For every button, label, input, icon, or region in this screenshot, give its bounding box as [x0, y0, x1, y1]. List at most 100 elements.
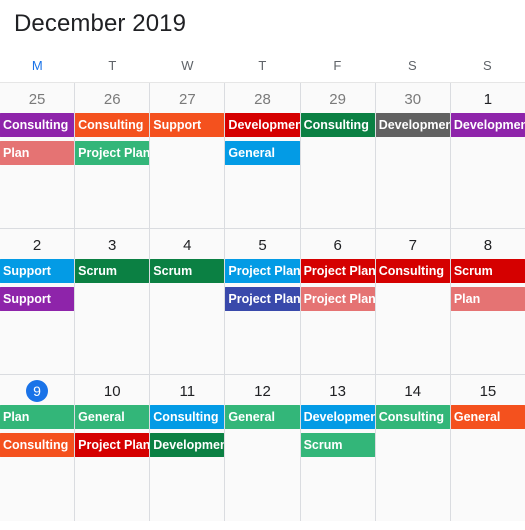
- day-cell-29[interactable]: 29 Consulting: [300, 83, 376, 228]
- day-number[interactable]: 7: [402, 234, 424, 256]
- day-cell-10[interactable]: 10 General Project Plan: [75, 375, 151, 521]
- day-cell-5[interactable]: 5 Project Plan Project Plan: [225, 229, 301, 374]
- day-number-wrap: 6: [301, 232, 375, 258]
- event-chip[interactable]: Support: [150, 113, 225, 137]
- event-chip[interactable]: Development: [450, 113, 525, 137]
- day-number-wrap: 13: [301, 378, 375, 404]
- event-chip[interactable]: Consulting: [150, 405, 225, 429]
- event-chip[interactable]: Project Plan: [225, 287, 300, 311]
- event-chip[interactable]: Project Plan: [225, 259, 300, 283]
- day-cell-27[interactable]: 27 Support: [150, 83, 226, 228]
- week-row: 2 Support Support 3 Scrum 4 Scrum 5 Project Plan…: [0, 229, 525, 375]
- event-list: General: [450, 405, 525, 429]
- day-cell-4[interactable]: 4 Scrum: [150, 229, 226, 374]
- day-cell-11[interactable]: 11 Consulting Development: [150, 375, 226, 521]
- event-list: Development Scrum: [300, 405, 375, 457]
- event-chip[interactable]: Development: [150, 433, 225, 457]
- day-number[interactable]: 12: [251, 380, 273, 402]
- event-chip[interactable]: Consulting: [375, 259, 450, 283]
- day-number[interactable]: 5: [251, 234, 273, 256]
- day-number[interactable]: 4: [176, 234, 198, 256]
- day-cell-30[interactable]: 30 Development: [375, 83, 451, 228]
- event-list: Scrum: [75, 259, 150, 283]
- event-list: Support: [150, 113, 225, 137]
- day-number[interactable]: 14: [402, 380, 424, 402]
- day-cell-15[interactable]: 15 General: [450, 375, 525, 521]
- day-number-wrap: 27: [150, 86, 224, 112]
- day-cell-8[interactable]: 8 Scrum Plan: [450, 229, 525, 374]
- weekday-header-row: MTWTFSS: [0, 48, 525, 83]
- event-list: Scrum Plan: [450, 259, 525, 311]
- calendar-app: December 2019 MTWTFSS 25 Consulting Plan 26…: [0, 0, 525, 530]
- day-number[interactable]: 27: [176, 88, 198, 110]
- day-number[interactable]: 6: [327, 234, 349, 256]
- day-number[interactable]: 15: [477, 380, 499, 402]
- event-chip[interactable]: Project Plan: [75, 433, 150, 457]
- day-number[interactable]: 29: [327, 88, 349, 110]
- day-number-wrap: 12: [225, 378, 299, 404]
- day-number-wrap: 7: [376, 232, 450, 258]
- day-number-wrap: 3: [75, 232, 149, 258]
- day-number-wrap: 9: [0, 378, 74, 404]
- event-chip[interactable]: Plan: [0, 141, 75, 165]
- weekday-label-5: S: [408, 57, 417, 73]
- day-number[interactable]: 2: [26, 234, 48, 256]
- event-chip[interactable]: Project Plan: [300, 259, 375, 283]
- day-number-wrap: 29: [301, 86, 375, 112]
- today-date-badge[interactable]: 9: [26, 380, 49, 402]
- day-cell-7[interactable]: 7 Consulting: [375, 229, 451, 374]
- event-chip[interactable]: Support: [0, 287, 75, 311]
- day-cell-12[interactable]: 12 General: [225, 375, 301, 521]
- event-chip[interactable]: Project Plan: [300, 287, 375, 311]
- weekday-label-2: W: [181, 57, 194, 73]
- event-chip[interactable]: Development: [225, 113, 300, 137]
- day-number[interactable]: 30: [402, 88, 424, 110]
- event-chip[interactable]: Scrum: [450, 259, 525, 283]
- day-number[interactable]: 10: [101, 380, 123, 402]
- event-chip[interactable]: Consulting: [300, 113, 375, 137]
- event-list: General: [225, 405, 300, 429]
- event-chip[interactable]: Development: [300, 405, 375, 429]
- day-cell-6[interactable]: 6 Project Plan Project Plan: [300, 229, 376, 374]
- day-number[interactable]: 1: [477, 88, 499, 110]
- day-number-wrap: 10: [75, 378, 149, 404]
- event-chip[interactable]: Scrum: [150, 259, 225, 283]
- event-list: Development General: [225, 113, 300, 165]
- event-chip[interactable]: Project Plan: [75, 141, 150, 165]
- day-number[interactable]: 25: [26, 88, 48, 110]
- day-cell-14[interactable]: 14 Consulting: [375, 375, 451, 521]
- event-chip[interactable]: Consulting: [75, 113, 150, 137]
- event-chip[interactable]: Plan: [450, 287, 525, 311]
- event-chip[interactable]: General: [450, 405, 525, 429]
- event-chip[interactable]: Scrum: [300, 433, 375, 457]
- day-number[interactable]: 13: [327, 380, 349, 402]
- event-chip[interactable]: Consulting: [0, 113, 75, 137]
- event-chip[interactable]: General: [225, 405, 300, 429]
- day-cell-3[interactable]: 3 Scrum: [75, 229, 151, 374]
- event-chip[interactable]: General: [225, 141, 300, 165]
- day-cell-13[interactable]: 13 Development Scrum: [300, 375, 376, 521]
- day-cell-28[interactable]: 28 Development General: [225, 83, 301, 228]
- event-chip[interactable]: Support: [0, 259, 75, 283]
- day-number[interactable]: 11: [176, 380, 198, 402]
- event-list: Consulting Development: [150, 405, 225, 457]
- event-chip[interactable]: Scrum: [75, 259, 150, 283]
- event-chip[interactable]: Consulting: [0, 433, 75, 457]
- day-cell-26[interactable]: 26 Consulting Project Plan: [75, 83, 151, 228]
- day-cell-2[interactable]: 2 Support Support: [0, 229, 76, 374]
- day-number-wrap: 30: [376, 86, 450, 112]
- day-cell-25[interactable]: 25 Consulting Plan: [0, 83, 76, 228]
- day-cell-1[interactable]: 1 Development: [450, 83, 525, 228]
- event-list: Consulting Plan: [0, 113, 75, 165]
- day-cell-9[interactable]: 9 Plan Consulting: [0, 375, 76, 521]
- event-chip[interactable]: Consulting: [375, 405, 450, 429]
- weekday-label-1: T: [108, 57, 117, 73]
- event-chip[interactable]: Plan: [0, 405, 75, 429]
- day-number[interactable]: 3: [101, 234, 123, 256]
- event-chip[interactable]: Development: [375, 113, 450, 137]
- day-number[interactable]: 26: [101, 88, 123, 110]
- day-number[interactable]: 28: [251, 88, 273, 110]
- day-number-wrap: 8: [451, 232, 525, 258]
- day-number[interactable]: 8: [477, 234, 499, 256]
- event-chip[interactable]: General: [75, 405, 150, 429]
